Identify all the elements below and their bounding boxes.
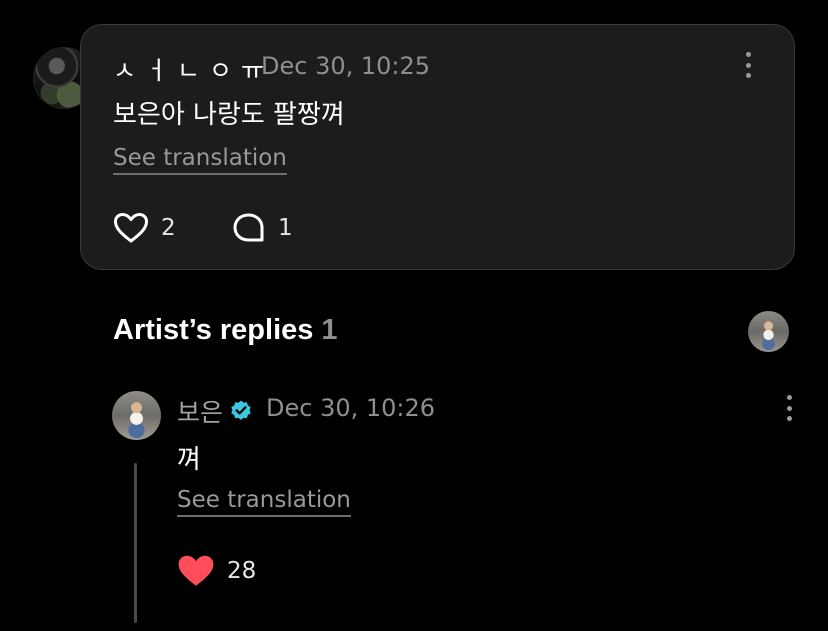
reply-date: Dec 30, 10:26 [266,394,436,422]
comment-card: ㅅㅓㄴㅇㅠ Dec 30, 10:25 보은아 나랑도 팔짱껴 See tran… [80,24,795,270]
reply-button[interactable]: 1 [232,212,293,244]
like-count: 2 [161,215,176,241]
like-button[interactable]: 2 [113,212,176,244]
reply-count: 1 [278,215,293,241]
artist-avatar[interactable] [112,391,161,440]
comment-author[interactable]: ㅅㅓㄴㅇㅠ [113,51,273,87]
comment-text: 보은아 나랑도 팔짱껴 [113,100,345,130]
reply-text: 껴 [177,445,201,475]
see-translation-link[interactable]: See translation [177,487,351,518]
artist-avatar-small[interactable] [748,311,789,352]
artist-name: 보은 [177,398,224,427]
heart-filled-icon [178,555,214,586]
reply-like-count: 28 [227,558,257,584]
verified-badge-icon [231,400,251,420]
comment-thread-page: ㅅㅓㄴㅇㅠ Dec 30, 10:25 보은아 나랑도 팔짱껴 See tran… [0,0,828,631]
thread-line [134,463,137,623]
reply-like-button[interactable]: 28 [177,554,256,588]
artist-replies-count: 1 [321,314,338,346]
heart-outline-icon [114,213,148,243]
comment-date: Dec 30, 10:25 [261,52,431,80]
artist-author[interactable]: 보은 [177,393,253,429]
see-translation-link[interactable]: See translation [113,145,287,176]
more-vertical-icon[interactable] [742,52,754,78]
artist-replies-heading: Artist’s replies 1 [113,314,338,347]
more-vertical-icon[interactable] [783,395,795,421]
comment-bubble-icon [233,213,264,242]
artist-replies-title: Artist’s replies [113,314,314,346]
